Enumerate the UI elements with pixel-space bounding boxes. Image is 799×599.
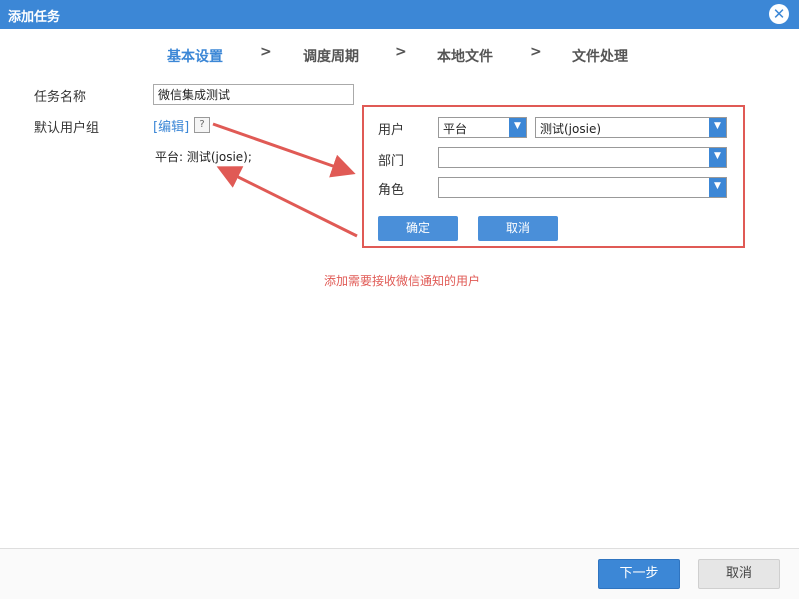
footer-bar: 下一步 取消 bbox=[0, 549, 799, 599]
chevron-down-icon: ▼ bbox=[709, 178, 726, 197]
chevron-down-icon: ▼ bbox=[509, 118, 526, 137]
annotation-arrow-to-summary bbox=[216, 166, 358, 238]
user-type-select[interactable]: 平台 ▼ bbox=[438, 117, 527, 138]
chevron-down-icon: ▼ bbox=[709, 118, 726, 137]
role-label: 角色 bbox=[378, 183, 405, 198]
step-separator: > bbox=[395, 44, 407, 60]
selected-users-summary: 平台: 测试(josie); bbox=[155, 150, 252, 164]
popup-cancel-button[interactable]: 取消 bbox=[478, 216, 558, 241]
step-separator: > bbox=[530, 44, 542, 60]
step-basic-settings[interactable]: 基本设置 bbox=[167, 46, 223, 66]
chevron-down-icon: ▼ bbox=[709, 148, 726, 167]
close-icon[interactable]: ✕ bbox=[769, 4, 789, 24]
footer-cancel-button[interactable]: 取消 bbox=[698, 559, 780, 589]
user-value: 测试(josie) bbox=[540, 122, 602, 136]
help-icon[interactable]: ? bbox=[194, 117, 210, 133]
user-type-value: 平台 bbox=[443, 122, 468, 136]
default-user-group-label: 默认用户组 bbox=[34, 121, 100, 136]
user-select-popup: 用户 平台 ▼ 测试(josie) ▼ 部门 ▼ 角色 ▼ 确定 取消 bbox=[362, 105, 745, 248]
step-local-files[interactable]: 本地文件 bbox=[437, 46, 493, 66]
popup-confirm-button[interactable]: 确定 bbox=[378, 216, 458, 241]
step-file-processing[interactable]: 文件处理 bbox=[572, 46, 628, 66]
user-label: 用户 bbox=[378, 123, 405, 138]
step-separator: > bbox=[260, 44, 272, 60]
user-select[interactable]: 测试(josie) ▼ bbox=[535, 117, 727, 138]
dialog-title: 添加任务 bbox=[8, 10, 61, 25]
role-select[interactable]: ▼ bbox=[438, 177, 727, 198]
annotation-arrows bbox=[212, 122, 358, 238]
department-select[interactable]: ▼ bbox=[438, 147, 727, 168]
annotation-note: 添加需要接收微信通知的用户 bbox=[324, 274, 481, 288]
department-label: 部门 bbox=[378, 154, 405, 169]
task-name-label: 任务名称 bbox=[34, 90, 87, 105]
step-schedule[interactable]: 调度周期 bbox=[303, 46, 359, 66]
next-step-button[interactable]: 下一步 bbox=[598, 559, 680, 589]
task-name-input[interactable] bbox=[153, 84, 354, 105]
dialog-titlebar: 添加任务 ✕ bbox=[0, 0, 799, 29]
edit-link[interactable]: [编辑] bbox=[153, 116, 189, 135]
